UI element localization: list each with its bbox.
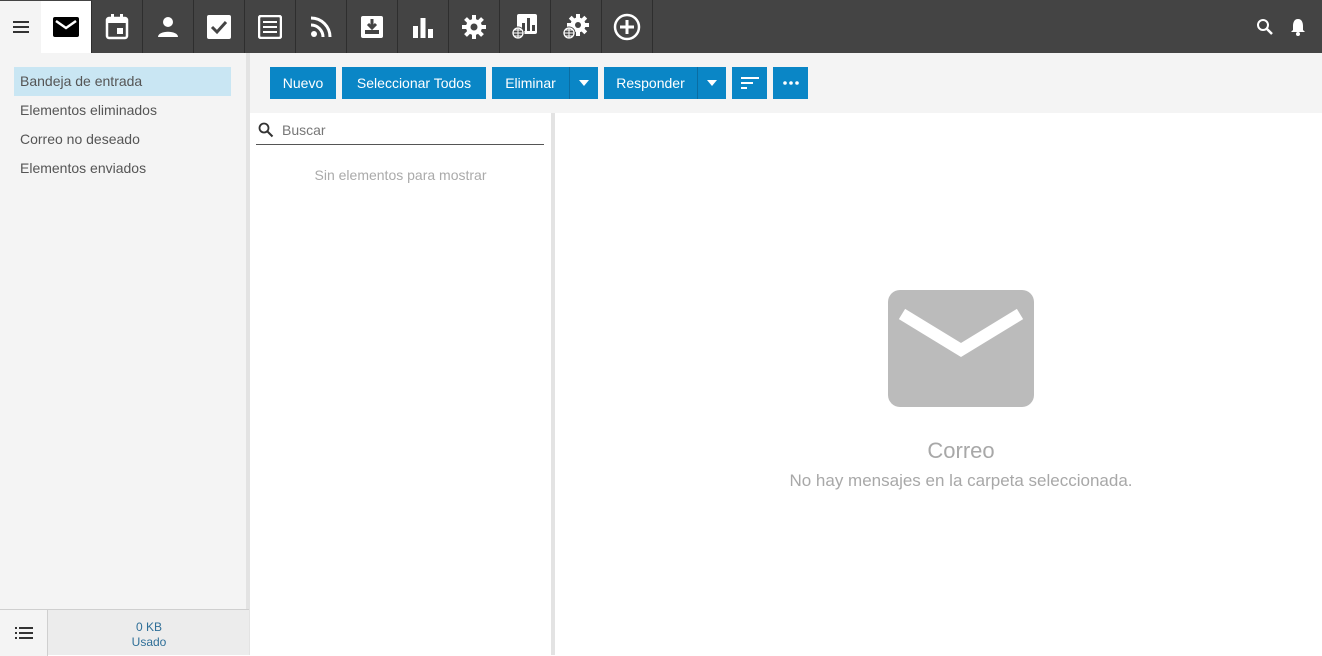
delete-button[interactable]: Eliminar [492, 67, 569, 99]
sort-button[interactable] [732, 67, 767, 99]
settings-icon [462, 14, 486, 39]
contacts-icon [158, 16, 178, 37]
app-tab-tasks[interactable] [194, 0, 245, 53]
folder-inbox[interactable]: Bandeja de entrada [14, 67, 231, 96]
reply-dropdown-button[interactable] [697, 67, 726, 99]
storage-usage-value: 0 KB [135, 620, 162, 634]
rss-icon [310, 16, 332, 37]
sort-icon [740, 77, 759, 89]
mail-toolbar: Nuevo Seleccionar Todos Eliminar Respond… [250, 53, 1322, 113]
search-input[interactable] [282, 119, 537, 141]
more-actions-button[interactable] [773, 67, 808, 99]
empty-mail-icon [888, 290, 1034, 407]
message-list-pane: Sin elementos para mostrar [250, 113, 551, 655]
search-icon [258, 122, 274, 138]
chevron-down-icon [579, 80, 589, 86]
notifications-icon [1291, 18, 1305, 36]
reading-pane-subtitle: No hay mensajes en la carpeta selecciona… [789, 471, 1133, 490]
empty-list-message: Sin elementos para mostrar [314, 167, 487, 183]
app-tab-notes[interactable] [245, 0, 296, 53]
app-tab-contacts[interactable] [143, 0, 194, 53]
folder-list-toggle-button[interactable] [0, 610, 48, 656]
reply-button[interactable]: Responder [604, 67, 697, 99]
web-reports-icon [511, 13, 537, 39]
folder-deleted-items[interactable]: Elementos eliminados [14, 96, 231, 125]
app-tab-archive[interactable] [347, 0, 398, 53]
notes-icon [258, 14, 282, 39]
app-tab-web-reports[interactable] [500, 0, 551, 53]
tasks-icon [207, 14, 231, 39]
app-tab-add[interactable] [602, 0, 653, 53]
app-tab-settings[interactable] [449, 0, 500, 53]
app-tab-rss[interactable] [296, 0, 347, 53]
reading-pane: Correo No hay mensajes en la carpeta sel… [555, 113, 1322, 655]
storage-usage: 0 KB Usado [49, 610, 249, 656]
sidebar-footer: 0 KB Usado [0, 609, 249, 656]
add-app-icon [613, 13, 641, 40]
archive-icon [361, 15, 383, 38]
more-icon [782, 81, 799, 85]
app-tab-reports[interactable] [398, 0, 449, 53]
folder-junk[interactable]: Correo no deseado [14, 125, 231, 154]
notifications-button[interactable] [1290, 0, 1306, 53]
app-tab-mail[interactable] [41, 0, 92, 53]
mail-icon [53, 17, 79, 37]
delete-dropdown-button[interactable] [569, 67, 598, 99]
storage-usage-label: Usado [131, 635, 167, 649]
app-tab-web-settings[interactable] [551, 0, 602, 53]
folder-sent-items[interactable]: Elementos enviados [14, 154, 231, 183]
new-button[interactable]: Nuevo [270, 67, 336, 99]
top-app-bar [0, 0, 1322, 53]
search-icon [1257, 18, 1273, 35]
app-tab-calendar[interactable] [92, 0, 143, 53]
chevron-down-icon [707, 80, 717, 86]
select-all-button[interactable]: Seleccionar Todos [342, 67, 486, 99]
web-settings-icon [562, 13, 589, 39]
list-icon [14, 627, 33, 639]
message-search [256, 115, 544, 145]
reading-pane-title: Correo [927, 438, 995, 463]
calendar-icon [105, 13, 129, 39]
global-search-button[interactable] [1256, 0, 1274, 53]
folder-sidebar: Bandeja de entrada Elementos eliminados … [0, 53, 246, 655]
reports-icon [413, 17, 433, 38]
hamburger-menu-icon[interactable] [0, 0, 41, 53]
